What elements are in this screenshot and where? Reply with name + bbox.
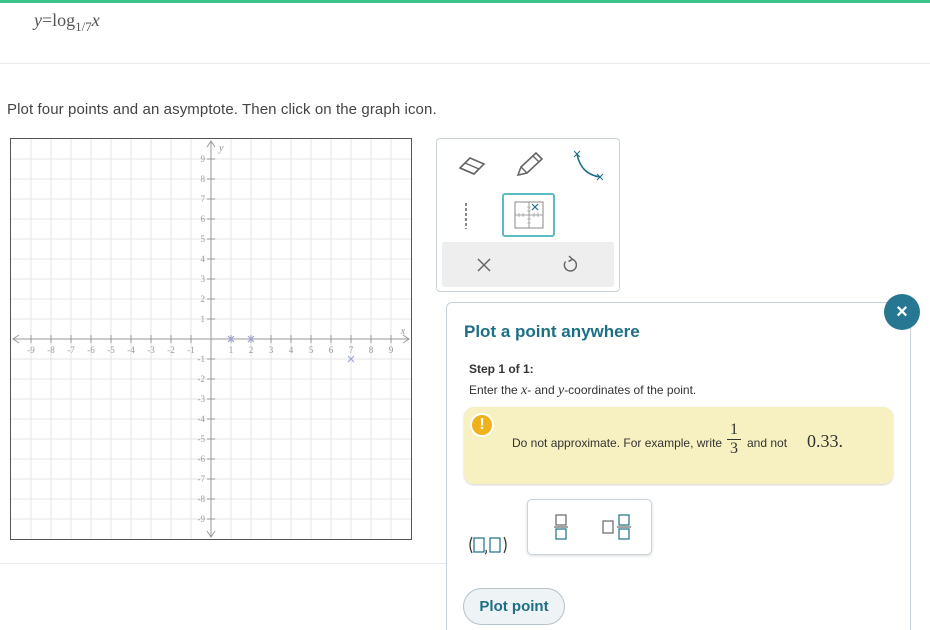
x-axis-label: x [400, 326, 406, 337]
step-text-mid: - and [527, 383, 555, 397]
step-text: Enter the x- and y-coordinates of the po… [469, 383, 696, 399]
equation-lhs: y [34, 10, 42, 30]
x-tick-label: 5 [309, 345, 314, 355]
fraction-icon[interactable] [553, 513, 569, 546]
y-tick-label: -7 [198, 474, 206, 484]
x-tick-label: -8 [47, 345, 55, 355]
y-tick-label: -4 [198, 414, 206, 424]
hint-fraction-denominator: 3 [730, 440, 738, 457]
divider [0, 63, 930, 64]
x-tick-label: -2 [167, 345, 175, 355]
y-tick-label: 9 [201, 154, 206, 164]
warning-icon: ! [470, 413, 494, 437]
x-tick-label: 7 [349, 345, 354, 355]
divider-bottom [0, 563, 447, 564]
y-tick-label: 2 [201, 294, 206, 304]
x-tick-label: -7 [67, 345, 75, 355]
x-tick-label: 9 [389, 345, 394, 355]
x-tick-label: 3 [269, 345, 274, 355]
pencil-icon[interactable] [511, 148, 547, 180]
graph-icon[interactable] [502, 193, 555, 237]
y-tick-label: 3 [201, 274, 206, 284]
graph-svg[interactable]: -9 -8 -7 -6 -5 -4 -3 -2 -1 1 2 3 4 5 6 7 8 9 9 8 7 6 5 4 3 2 1 -1 -2… [11, 139, 411, 539]
hint-text-after: and not [747, 436, 788, 450]
answer-panel: Plot a point anywhere Step 1 of 1: Enter… [446, 302, 911, 630]
action-strip [442, 242, 614, 287]
equation-base: 1/7 [75, 19, 92, 34]
graph-canvas[interactable]: -9 -8 -7 -6 -5 -4 -3 -2 -1 1 2 3 4 5 6 7 8 9 9 8 7 6 5 4 3 2 1 -1 -2… [10, 138, 412, 540]
equation-arg: x [91, 10, 100, 30]
y-tick-label: -1 [198, 354, 206, 364]
step-text-pre: Enter the [469, 383, 518, 397]
x-tick-label: 6 [329, 345, 334, 355]
y-axis-label: y [218, 143, 224, 154]
close-button[interactable]: × [884, 294, 920, 330]
math-input-pad [527, 499, 652, 555]
y-tick-label: 8 [201, 174, 206, 184]
graph-toolbox [436, 138, 620, 292]
y-tick-label: -6 [198, 454, 206, 464]
eraser-icon[interactable] [454, 151, 490, 179]
x-tick-label: -9 [27, 345, 35, 355]
x-tick-label: -5 [107, 345, 115, 355]
undo-icon[interactable] [558, 253, 580, 275]
x-tick-label: -4 [127, 345, 135, 355]
instruction-text: Plot four points and an asymptote. Then … [7, 101, 437, 118]
y-tick-label: -8 [198, 494, 206, 504]
top-accent-bar [0, 0, 930, 3]
y-tick-label: -9 [198, 514, 206, 524]
x-tick-label: 8 [369, 345, 374, 355]
y-tick-label: 5 [201, 234, 206, 244]
x-tick-label: -6 [87, 345, 95, 355]
x-tick-label: 4 [289, 345, 294, 355]
y-tick-label: -5 [198, 434, 206, 444]
panel-title: Plot a point anywhere [464, 322, 640, 341]
equation: y=log1/7x [34, 10, 100, 35]
curve-icon[interactable] [569, 148, 607, 182]
y-tick-label: 7 [201, 194, 206, 204]
y-tick-label: -3 [198, 394, 206, 404]
hint-fraction-numerator: 1 [730, 421, 738, 438]
hint-box: ! Do not approximate. For example, write… [464, 407, 893, 484]
y-tick-label: 6 [201, 214, 206, 224]
equation-func: log [52, 10, 76, 30]
step-text-post: -coordinates of the point. [564, 383, 697, 397]
x-tick-label: -1 [187, 345, 195, 355]
y-tick-label: 1 [201, 314, 206, 324]
step-label: Step 1 of 1: [469, 362, 534, 376]
x-tick-label: 2 [249, 345, 254, 355]
plot-point-button[interactable]: Plot point [463, 588, 565, 625]
dashed-line-icon[interactable] [459, 201, 473, 231]
hint-fraction: 1 3 [727, 422, 741, 457]
y-tick-label: -2 [198, 374, 206, 384]
x-tick-label: -3 [147, 345, 155, 355]
x-tick-label: 1 [229, 345, 234, 355]
hint-text: Do not approximate. For example, write [512, 436, 723, 450]
clear-icon[interactable] [473, 254, 495, 276]
mixed-number-icon[interactable] [602, 513, 632, 546]
y-tick-label: 4 [201, 254, 206, 264]
hint-number: 0.33. [807, 431, 843, 451]
equation-equals: = [42, 10, 53, 30]
coordinate-pair-input[interactable] [467, 535, 509, 560]
